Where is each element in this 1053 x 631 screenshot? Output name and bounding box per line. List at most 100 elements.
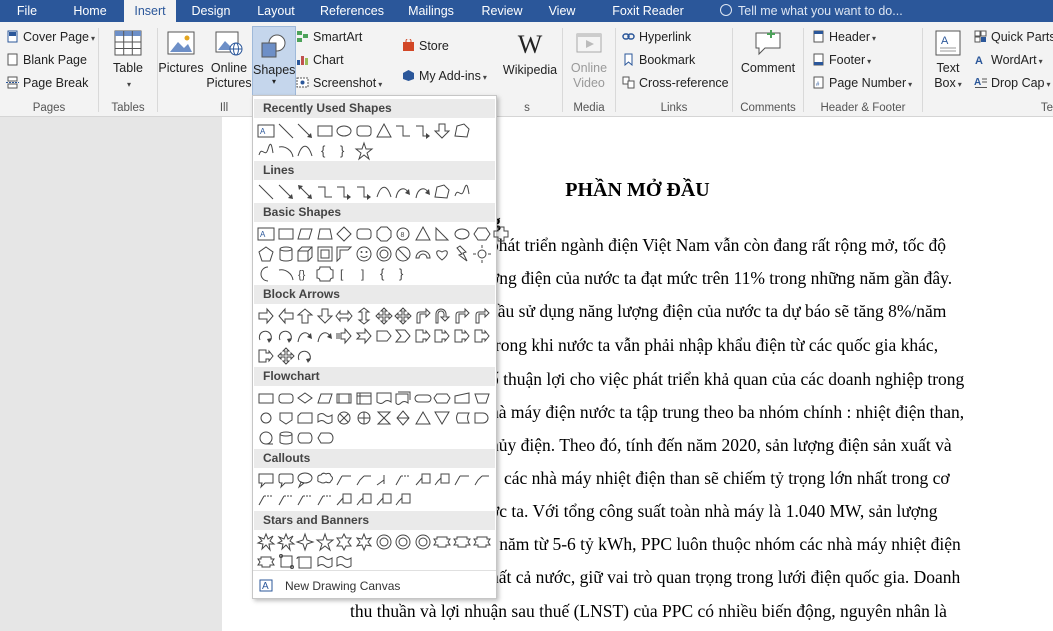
shape-callarrow-icon[interactable] <box>413 326 433 346</box>
shape-fdirect-icon[interactable] <box>295 428 315 448</box>
shape-can-icon[interactable] <box>276 244 296 264</box>
shape-curve-icon[interactable] <box>295 141 315 161</box>
store-button[interactable]: Store <box>402 36 449 56</box>
shape-cdash-icon[interactable] <box>393 470 413 490</box>
tell-me-search[interactable]: Tell me what you want to do... <box>720 0 903 22</box>
cover-page-button[interactable]: Cover Page ▾ <box>6 27 95 47</box>
shape-line-icon[interactable] <box>276 121 296 141</box>
wordart-button[interactable]: A WordArt ▾ <box>974 50 1043 70</box>
screenshot-button[interactable]: Screenshot ▾ <box>296 73 382 93</box>
shape-rbrace-icon[interactable]: } <box>393 264 413 284</box>
shape-elbowarrow-icon[interactable] <box>413 121 433 141</box>
shape-arc-icon[interactable] <box>276 264 296 284</box>
shape-seal-icon[interactable] <box>393 532 413 552</box>
shape-elbowarrow-icon[interactable] <box>334 182 354 202</box>
tab-insert[interactable]: Insert <box>124 0 176 22</box>
shape-star5-icon[interactable] <box>315 532 335 552</box>
shape-fprep-icon[interactable] <box>432 388 452 408</box>
shape-fint-icon[interactable] <box>354 388 374 408</box>
text-box-button[interactable]: A Text Box ▾ <box>927 28 969 92</box>
tab-view[interactable]: View <box>542 0 582 22</box>
shape-cbar2-icon[interactable] <box>393 490 413 510</box>
my-addins-button[interactable]: My Add-ins ▾ <box>402 66 487 86</box>
tab-design[interactable]: Design <box>184 0 238 22</box>
shape-cline-icon[interactable] <box>334 470 354 490</box>
page-number-button[interactable]: # Page Number ▾ <box>812 73 912 93</box>
shape-wave-icon[interactable] <box>334 552 354 572</box>
shape-cline2-icon[interactable] <box>354 470 374 490</box>
blank-page-button[interactable]: Blank Page <box>6 50 87 70</box>
shape-smiley-icon[interactable] <box>354 244 374 264</box>
shape-fmdoc-icon[interactable] <box>393 388 413 408</box>
shape-fdoc-icon[interactable] <box>374 388 394 408</box>
shape-coval-icon[interactable] <box>295 470 315 490</box>
page-break-button[interactable]: Page Break <box>6 73 88 93</box>
chart-button[interactable]: Chart <box>296 50 344 70</box>
shape-quadarrow-icon[interactable] <box>374 306 394 326</box>
tab-foxit-reader-pdf[interactable]: Foxit Reader PDF <box>598 0 698 40</box>
shape-uturn-icon[interactable] <box>432 306 452 326</box>
shape-elbow-icon[interactable] <box>393 121 413 141</box>
shape-circarrow-icon[interactable] <box>276 326 296 346</box>
shape-plaque-icon[interactable] <box>315 264 335 284</box>
shape-bentarrow-icon[interactable] <box>452 306 472 326</box>
shape-callarrow-icon[interactable] <box>452 326 472 346</box>
shape-oval-icon[interactable] <box>334 121 354 141</box>
shape-rtri-icon[interactable] <box>432 224 452 244</box>
shape-fmanop-icon[interactable] <box>472 388 492 408</box>
shape-blockarc-icon[interactable] <box>413 244 433 264</box>
shape-falt-icon[interactable] <box>276 388 296 408</box>
shape-udarrow-icon[interactable] <box>354 306 374 326</box>
shape-cbar-icon[interactable] <box>334 490 354 510</box>
shape-rect-icon[interactable] <box>276 224 296 244</box>
shape-fdata-icon[interactable] <box>315 388 335 408</box>
shape-freeform-icon[interactable] <box>432 182 452 202</box>
shape-bentarrow-icon[interactable] <box>413 306 433 326</box>
shape-elbow-icon[interactable] <box>315 182 335 202</box>
quick-parts-button[interactable]: Quick Parts <box>974 27 1053 47</box>
shape-cdash-icon[interactable] <box>256 490 276 510</box>
new-drawing-canvas-button[interactable]: A New Drawing Canvas <box>253 570 496 599</box>
shape-callarrow-icon[interactable] <box>472 326 492 346</box>
hyperlink-button[interactable]: Hyperlink <box>622 27 691 47</box>
shape-larrow-icon[interactable] <box>276 306 296 326</box>
shape-fproc-icon[interactable] <box>256 388 276 408</box>
shape-curvearrow-icon[interactable] <box>315 326 335 346</box>
shape-rbrace-icon[interactable]: } <box>334 141 354 161</box>
shape-arc-icon[interactable] <box>276 141 296 161</box>
shape-oval-icon[interactable] <box>452 224 472 244</box>
shape-cbar-icon[interactable] <box>413 470 433 490</box>
shape-para-icon[interactable] <box>295 224 315 244</box>
shape-fdelay-icon[interactable] <box>472 408 492 428</box>
shape-lbrace-icon[interactable]: { <box>315 141 335 161</box>
shape-tri-icon[interactable] <box>413 224 433 244</box>
shape-pentarrow-icon[interactable] <box>374 326 394 346</box>
shape-fman-icon[interactable] <box>452 388 472 408</box>
header-button[interactable]: Header ▾ <box>812 27 876 47</box>
shape-notched-icon[interactable] <box>354 326 374 346</box>
tab-layout[interactable]: Layout <box>248 0 304 22</box>
shape-fseq-icon[interactable] <box>256 428 276 448</box>
shape-scribble-icon[interactable] <box>256 141 276 161</box>
shape-cbar2-icon[interactable] <box>354 490 374 510</box>
shape-star4-icon[interactable] <box>295 532 315 552</box>
shape-scrollv-icon[interactable] <box>276 552 296 572</box>
shape-quadarrow-icon[interactable] <box>276 346 296 366</box>
shape-fterm-icon[interactable] <box>413 388 433 408</box>
shape-brackets-icon[interactable]: {} <box>295 264 315 284</box>
shape-fpre-icon[interactable] <box>334 388 354 408</box>
shape-frame-icon[interactable] <box>315 244 335 264</box>
shape-arrow-icon[interactable] <box>295 121 315 141</box>
shape-cline-icon[interactable] <box>452 470 472 490</box>
shape-seal-icon[interactable] <box>374 532 394 552</box>
shape-star7-icon[interactable] <box>354 532 374 552</box>
shape-arrow-icon[interactable] <box>276 182 296 202</box>
shape-curvearrow-icon[interactable] <box>413 182 433 202</box>
shape-ribbon-icon[interactable] <box>452 532 472 552</box>
shape-curvearrow-icon[interactable] <box>295 326 315 346</box>
shape-trap-icon[interactable] <box>315 224 335 244</box>
shape-curvearrow-icon[interactable] <box>393 182 413 202</box>
shape-lbrace-icon[interactable]: { <box>374 264 394 284</box>
shape-downarrow-icon[interactable] <box>432 121 452 141</box>
shape-fsum-icon[interactable] <box>334 408 354 428</box>
